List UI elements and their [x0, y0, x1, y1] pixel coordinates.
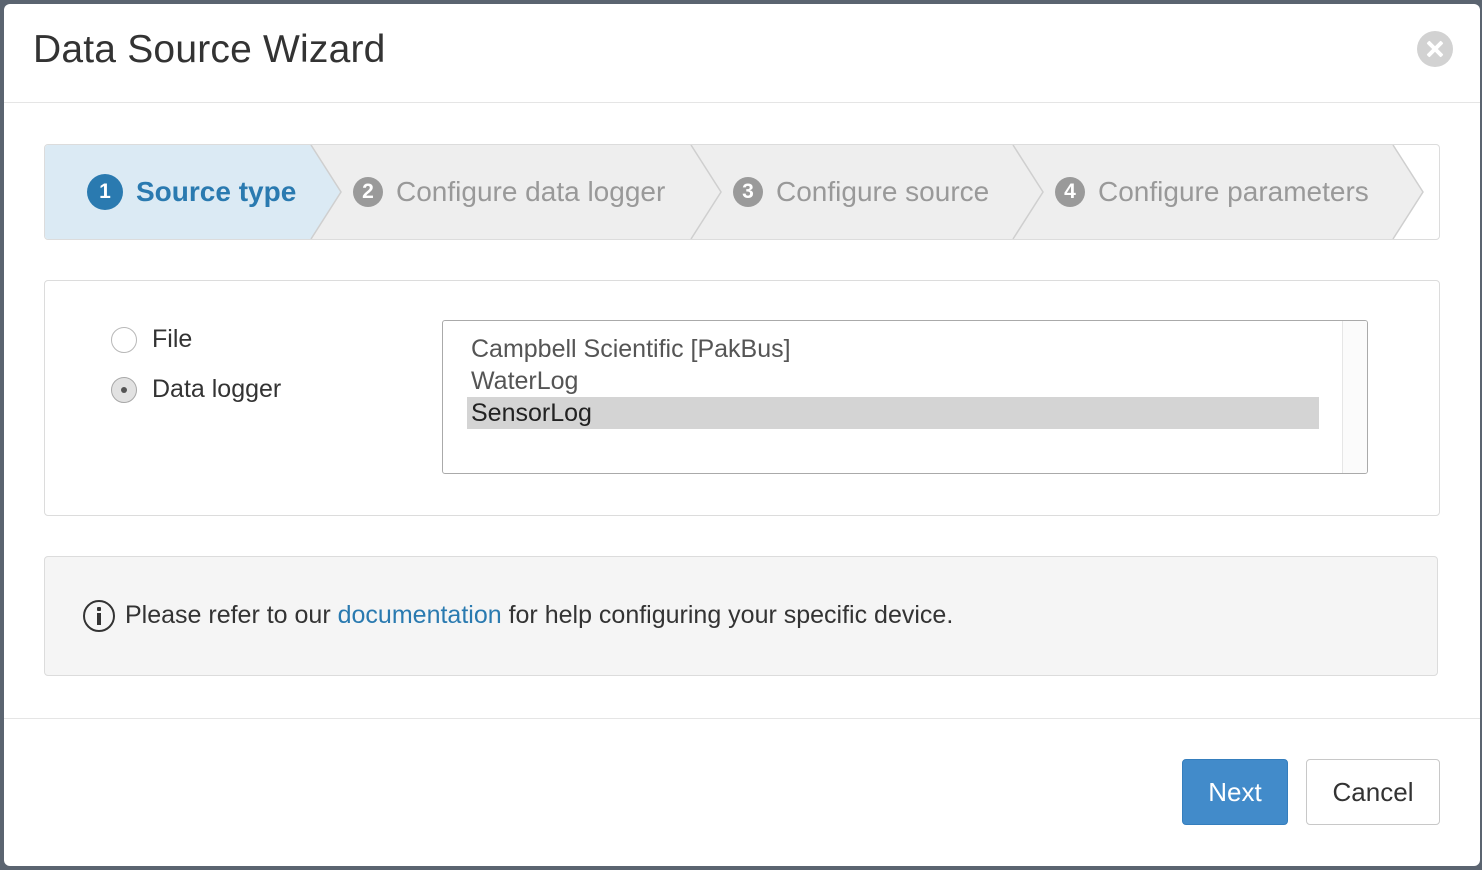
step-number-badge: 3 — [733, 177, 763, 207]
info-panel: Please refer to our documentation for he… — [44, 556, 1438, 676]
radio-data-logger[interactable]: Data logger — [111, 375, 281, 404]
step-label: Configure parameters — [1098, 176, 1369, 207]
next-button[interactable]: Next — [1182, 759, 1288, 825]
step-configure-source[interactable]: 3 Configure source — [733, 145, 989, 239]
step-source-type[interactable]: 1 Source type — [87, 145, 296, 239]
step-label: Source type — [136, 176, 297, 207]
source-type-panel: File Data logger Campbell Scientific [Pa… — [44, 280, 1440, 516]
data-source-wizard-dialog: Data Source Wizard 1 Source type 2 Confi… — [4, 4, 1480, 866]
data-logger-list[interactable]: Campbell Scientific [PakBus] WaterLog Se… — [442, 320, 1368, 474]
radio-button-file[interactable] — [111, 326, 137, 353]
list-item[interactable]: Campbell Scientific [PakBus] — [467, 333, 1319, 365]
list-item[interactable]: WaterLog — [467, 365, 1319, 397]
list-scrollbar[interactable] — [1342, 321, 1367, 473]
close-icon[interactable] — [1417, 31, 1453, 67]
wizard-steps: 1 Source type 2 Configure data logger 3 … — [44, 144, 1440, 240]
info-message: Please refer to our documentation for he… — [125, 601, 953, 630]
info-text-after: for help configuring your specific devic… — [501, 601, 954, 629]
step-number-badge: 4 — [1055, 177, 1085, 207]
step-number-badge: 1 — [87, 174, 123, 210]
step-configure-parameters[interactable]: 4 Configure parameters — [1055, 145, 1369, 239]
dialog-header: Data Source Wizard — [4, 4, 1480, 103]
cancel-button[interactable]: Cancel — [1306, 759, 1440, 825]
documentation-link[interactable]: documentation — [338, 601, 502, 629]
radio-button-data-logger[interactable] — [111, 376, 137, 403]
radio-label: File — [152, 325, 193, 353]
dialog-title: Data Source Wizard — [33, 28, 386, 71]
radio-label: Data logger — [152, 375, 282, 403]
dialog-footer: Next Cancel — [4, 718, 1480, 866]
step-configure-data-logger[interactable]: 2 Configure data logger — [353, 145, 665, 239]
step-label: Configure source — [776, 176, 990, 207]
radio-file[interactable]: File — [111, 325, 192, 354]
list-item-selected[interactable]: SensorLog — [467, 397, 1319, 429]
info-icon — [83, 600, 115, 632]
step-number-badge: 2 — [353, 177, 383, 207]
info-text-before: Please refer to our — [125, 601, 338, 629]
step-label: Configure data logger — [396, 176, 666, 207]
